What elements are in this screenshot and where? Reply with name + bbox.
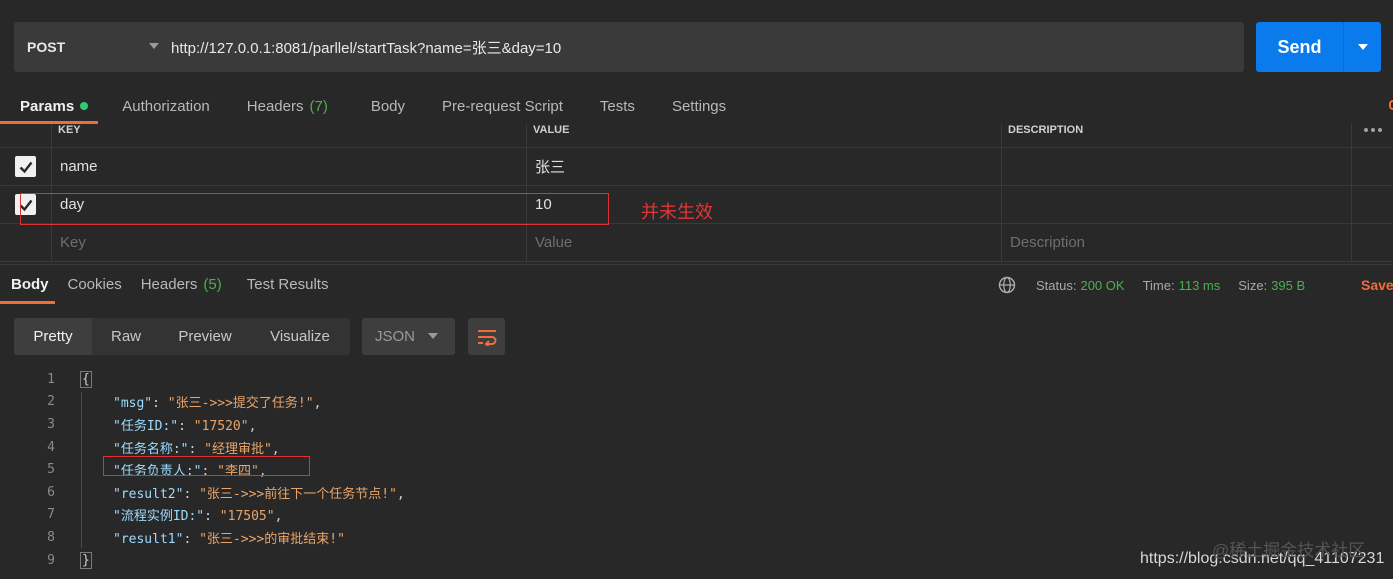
description-column-header: DESCRIPTION xyxy=(1002,124,1352,147)
view-preview-button[interactable]: Preview xyxy=(160,318,250,355)
response-status: Status: 200 OK Time: 113 ms Size: 395 B xyxy=(998,265,1323,305)
annotation-note: 并未生效 xyxy=(641,202,713,222)
view-pretty-button[interactable]: Pretty xyxy=(14,318,92,355)
code-line: 6 "result2": "张三->>>前往下一个任务节点!", xyxy=(47,484,405,502)
check-icon xyxy=(19,161,32,173)
key-column-header: KEY xyxy=(52,124,527,147)
new-description-input[interactable]: Description xyxy=(1002,224,1352,261)
view-mode-group: Pretty Raw Preview Visualize xyxy=(14,318,350,355)
request-tabs: Params Authorization Headers (7) Body Pre… xyxy=(0,88,1393,124)
send-label: Send xyxy=(1277,36,1322,57)
tab-test-results[interactable]: Test Results xyxy=(247,265,329,304)
value-column-header: VALUE xyxy=(527,124,1002,147)
watermark-faint: @稀土掘金技术社区 xyxy=(1212,541,1366,560)
tab-authorization[interactable]: Authorization xyxy=(122,88,210,124)
time-value: 113 ms xyxy=(1178,277,1221,293)
table-header: KEY VALUE DESCRIPTION xyxy=(0,124,1393,148)
status-value: 200 OK xyxy=(1080,277,1125,293)
active-dot-icon xyxy=(80,102,89,110)
tab-response-headers[interactable]: Headers (5) xyxy=(141,265,222,304)
param-key[interactable]: name xyxy=(52,148,527,185)
code-line: 1 { xyxy=(47,370,92,388)
watermark: @稀土掘金技术社区 https://blog.csdn.net/qq_41107… xyxy=(1140,541,1384,568)
close-brace: } xyxy=(80,551,92,569)
tab-params[interactable]: Params xyxy=(0,88,99,124)
globe-icon[interactable] xyxy=(998,276,1016,294)
wrap-text-icon xyxy=(477,329,496,346)
size-value: 395 B xyxy=(1271,277,1306,293)
send-options-button[interactable] xyxy=(1344,44,1381,50)
tab-response-body[interactable]: Body xyxy=(0,265,54,304)
table-row-empty: Key Value Description xyxy=(0,224,1393,262)
param-checkbox[interactable] xyxy=(15,156,36,177)
chevron-down-icon xyxy=(1357,44,1368,50)
url-input[interactable] xyxy=(159,22,1244,72)
tab-pre-request-script[interactable]: Pre-request Script xyxy=(442,88,563,124)
new-key-input[interactable]: Key xyxy=(52,224,527,261)
format-select[interactable]: JSON xyxy=(362,318,455,355)
code-line: 4 "任务名称:": "经理审批", xyxy=(47,439,280,457)
tab-headers[interactable]: Headers (7) xyxy=(247,88,328,124)
param-value[interactable]: 张三 xyxy=(527,148,1002,185)
more-options-button[interactable] xyxy=(1352,124,1393,147)
code-line: 3 "任务ID:": "17520", xyxy=(47,416,257,434)
param-description[interactable] xyxy=(1002,186,1352,223)
table-row: name 张三 xyxy=(0,148,1393,186)
save-response-button[interactable]: Save xyxy=(1361,265,1393,305)
open-brace: { xyxy=(80,370,92,388)
send-button[interactable]: Send xyxy=(1256,22,1381,72)
tab-cookies[interactable]: Cookies xyxy=(68,265,122,304)
param-description[interactable] xyxy=(1002,148,1352,185)
annotation-box-assignee-line xyxy=(103,456,310,476)
code-line: 2 "msg": "张三->>>提交了任务!", xyxy=(47,394,322,412)
request-url-bar: POST xyxy=(14,22,1244,72)
tab-tests[interactable]: Tests xyxy=(600,88,635,124)
code-line: 8 "result1": "张三->>>的审批结束!" xyxy=(47,529,345,547)
wrap-lines-button[interactable] xyxy=(468,318,505,355)
chevron-down-icon xyxy=(428,333,438,339)
view-raw-button[interactable]: Raw xyxy=(92,318,160,355)
cookies-link-icon[interactable] xyxy=(1389,100,1393,110)
tab-settings[interactable]: Settings xyxy=(672,88,726,124)
response-tabs: Body Cookies Headers (5) Test Results Sta… xyxy=(0,264,1393,304)
method-select[interactable]: POST xyxy=(14,22,159,72)
view-visualize-button[interactable]: Visualize xyxy=(250,318,350,355)
new-value-input[interactable]: Value xyxy=(527,224,1002,261)
annotation-box-day-row xyxy=(20,193,609,225)
more-horizontal-icon xyxy=(1363,128,1382,132)
method-label: POST xyxy=(27,39,66,55)
code-line: 7 "流程实例ID:": "17505", xyxy=(47,507,283,525)
tab-body[interactable]: Body xyxy=(371,88,405,124)
chevron-down-icon xyxy=(149,43,159,49)
